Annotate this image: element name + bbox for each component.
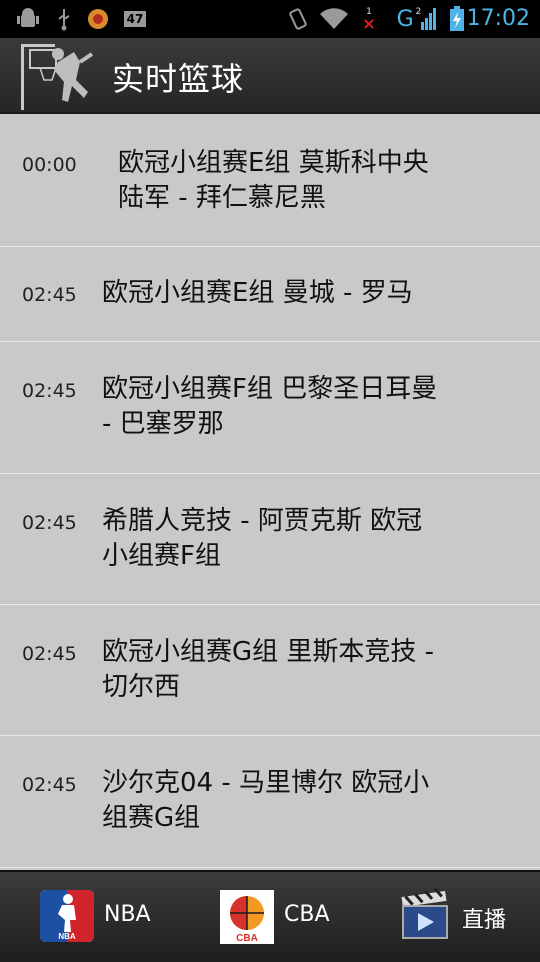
match-row[interactable]: 02:45 欧冠小组赛E组 曼城 - 罗马 xyxy=(0,247,540,342)
battery-charging-icon xyxy=(448,6,466,31)
match-title: 欧冠小组赛F组 巴黎圣日耳曼 - 巴塞罗那 xyxy=(102,374,438,439)
tab-label: NBA xyxy=(104,902,151,927)
status-bar: 47 1 × G 2 17:02 xyxy=(0,0,540,38)
app-notification-icon xyxy=(86,7,110,31)
match-row[interactable]: 00:00 欧冠小组赛E组 莫斯科中央 陆军 - 拜仁慕尼黑 xyxy=(0,114,540,247)
clapperboard-icon xyxy=(400,887,450,942)
match-list[interactable]: 00:00 欧冠小组赛E组 莫斯科中央 陆军 - 拜仁慕尼黑 02:45 欧冠小… xyxy=(0,114,540,868)
match-title: 欧冠小组赛G组 里斯本竞技 - 切尔西 xyxy=(102,637,435,702)
match-title: 欧冠小组赛E组 曼城 - 罗马 xyxy=(102,278,413,308)
match-time: 02:45 xyxy=(22,512,77,534)
page-title: 实时篮球 xyxy=(112,60,245,98)
usb-icon xyxy=(54,7,74,31)
match-time: 02:45 xyxy=(22,643,77,665)
missed-call-icon: 1 × xyxy=(362,6,376,33)
tab-cba[interactable]: CBA CBA xyxy=(180,872,360,962)
match-time: 00:00 xyxy=(22,154,77,176)
match-time: 02:45 xyxy=(22,774,77,796)
basketball-player-logo-icon xyxy=(18,40,102,110)
wifi-icon xyxy=(318,7,350,31)
svg-text:NBA: NBA xyxy=(58,932,76,941)
match-title: 希腊人竞技 - 阿贾克斯 欧冠 小组赛F组 xyxy=(102,506,423,571)
match-time: 02:45 xyxy=(22,284,77,306)
match-title: 沙尔克04 - 马里博尔 欧冠小 组赛G组 xyxy=(102,768,430,833)
clock: 17:02 xyxy=(466,6,530,31)
svg-text:CBA: CBA xyxy=(236,933,258,944)
match-row[interactable]: 02:45 欧冠小组赛F组 巴黎圣日耳曼 - 巴塞罗那 xyxy=(0,342,540,474)
bottom-nav: NBA NBA CBA CBA 直播 xyxy=(0,870,540,962)
tab-nba[interactable]: NBA NBA xyxy=(0,872,180,962)
match-row[interactable]: 02:45 希腊人竞技 - 阿贾克斯 欧冠 小组赛F组 xyxy=(0,474,540,605)
android-debug-icon xyxy=(16,7,40,31)
match-row[interactable]: 02:45 沙尔克04 - 马里博尔 欧冠小 组赛G组 xyxy=(0,736,540,868)
notification-count-badge: 47 xyxy=(122,7,148,31)
tab-label: 直播 xyxy=(462,908,507,933)
match-title: 欧冠小组赛E组 莫斯科中央 陆军 - 拜仁慕尼黑 xyxy=(118,148,429,213)
cba-logo-icon: CBA xyxy=(220,890,274,944)
match-row[interactable]: 02:45 欧冠小组赛G组 里斯本竞技 - 切尔西 xyxy=(0,605,540,736)
tab-label: CBA xyxy=(284,902,330,927)
nba-logo-icon: NBA xyxy=(40,890,94,942)
match-time: 02:45 xyxy=(22,380,77,402)
vibrate-icon xyxy=(286,7,310,31)
mobile-signal-icon: G 2 xyxy=(392,7,442,32)
app-header: 实时篮球 xyxy=(0,38,540,114)
tab-live[interactable]: 直播 xyxy=(360,872,540,962)
